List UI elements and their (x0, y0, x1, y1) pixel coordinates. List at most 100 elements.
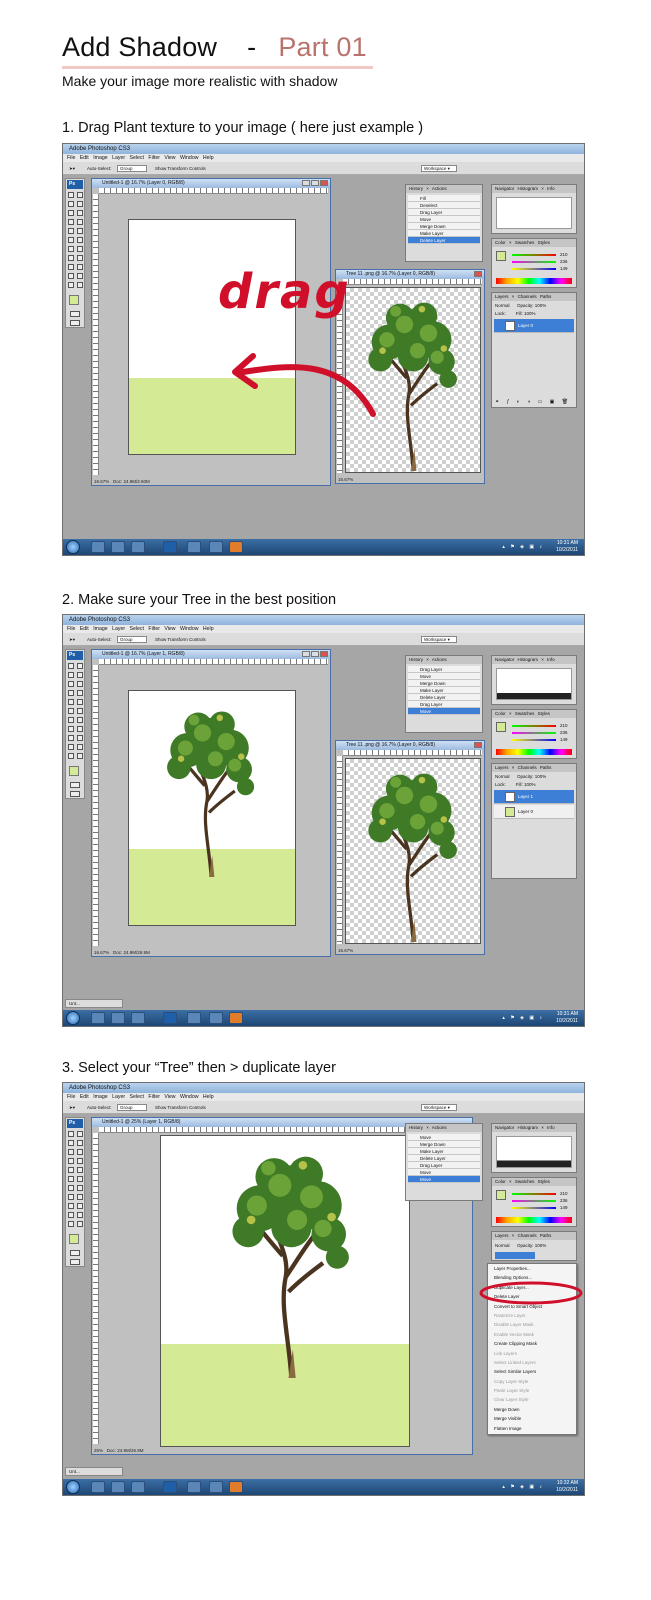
menu-item-merge-visible[interactable]: Merge Visible (488, 1414, 576, 1423)
tree-canvas[interactable] (345, 758, 481, 944)
blur-tool-icon[interactable] (68, 1185, 74, 1191)
history-item[interactable]: Make Layer (408, 1148, 480, 1155)
auto-select-dropdown[interactable]: Group (117, 165, 147, 172)
eraser-tool-icon[interactable] (68, 237, 74, 243)
menu-item-link-layers[interactable]: Link Layers (488, 1349, 576, 1358)
menu-help[interactable]: Help (203, 1094, 214, 1100)
menu-item-clear-layer-style[interactable]: Clear Layer Style (488, 1395, 576, 1404)
hand-tool-icon[interactable] (68, 1221, 74, 1227)
dodge-tool-icon[interactable] (77, 1185, 83, 1191)
menu-filter[interactable]: Filter (148, 626, 160, 632)
dodge-tool-icon[interactable] (77, 246, 83, 252)
menu-file[interactable]: File (67, 626, 75, 632)
color-swatch[interactable] (496, 1190, 506, 1200)
history-item[interactable]: Move (408, 1169, 480, 1176)
lasso-tool-icon[interactable] (68, 1140, 74, 1146)
menu-item-select-linked-layers[interactable]: Select Linked Layers (488, 1358, 576, 1367)
history-item[interactable]: Delete Layer (408, 694, 480, 701)
history-item[interactable]: Make Layer (408, 230, 480, 237)
heal-tool-icon[interactable] (68, 690, 74, 696)
maximize-icon[interactable] (311, 651, 319, 657)
tree-zoom-level[interactable]: 16.67% (338, 477, 353, 482)
app-icon[interactable] (209, 1481, 223, 1493)
screen-mode-icon[interactable] (70, 320, 80, 326)
taskbar-clock[interactable]: 10:31 AM 10/2/2011 (556, 540, 578, 554)
eyedropper-tool-icon[interactable] (77, 273, 83, 279)
ie-icon[interactable] (91, 541, 105, 553)
wand-tool-icon[interactable] (77, 1140, 83, 1146)
workspace-dropdown[interactable]: Workspace ▾ (421, 165, 457, 172)
brush-tool-icon[interactable] (77, 1158, 83, 1164)
menu-item-rasterize-layer[interactable]: Rasterize Layer (488, 1311, 576, 1320)
history-item[interactable]: Drag Layer (408, 209, 480, 216)
app-icon[interactable] (209, 541, 223, 553)
menu-image[interactable]: Image (93, 626, 107, 632)
type-tool-icon[interactable] (77, 255, 83, 261)
menu-item-flatten-image[interactable]: Flatten Image (488, 1424, 576, 1433)
type-tool-icon[interactable] (77, 726, 83, 732)
opacity-field[interactable]: Opacity: 100% (517, 303, 546, 308)
slice-tool-icon[interactable] (77, 681, 83, 687)
pen-tool-icon[interactable] (68, 726, 74, 732)
brush-tool-icon[interactable] (77, 219, 83, 225)
menu-layer[interactable]: Layer (112, 1094, 125, 1100)
layers-tabs[interactable]: Layers × Channels Paths (492, 293, 576, 301)
menu-item-layer-properties[interactable]: Layer Properties... (488, 1264, 576, 1273)
marquee-tool-icon[interactable] (68, 1131, 74, 1137)
auto-select-label[interactable]: Auto-Select: (87, 636, 112, 643)
move-tool-icon[interactable]: ➤▾ (69, 1104, 75, 1111)
media-player-icon[interactable] (131, 541, 145, 553)
menu-view[interactable]: View (164, 1094, 175, 1100)
history-tabs[interactable]: History × Actions (406, 185, 482, 193)
history-item[interactable]: Merge Down (408, 1141, 480, 1148)
notes-tool-icon[interactable] (68, 744, 74, 750)
tree-zoom-level[interactable]: 16.67% (338, 948, 353, 953)
foreground-color-swatch[interactable] (69, 1234, 79, 1244)
pen-tool-icon[interactable] (68, 255, 74, 261)
history-item[interactable]: Drag Layer (408, 701, 480, 708)
zoom-tool-icon[interactable] (77, 753, 83, 759)
transform-controls-checkbox[interactable]: Show Transform Controls (155, 165, 206, 172)
histogram-tabs[interactable]: Navigator Histogram × Info (492, 656, 576, 664)
workspace-dropdown[interactable]: Workspace ▾ (421, 636, 457, 643)
blue-slider[interactable] (512, 1207, 556, 1209)
app-icon[interactable] (187, 1481, 201, 1493)
path-select-icon[interactable] (68, 735, 74, 741)
menu-item-create-clipping-mask[interactable]: Create Clipping Mask (488, 1339, 576, 1348)
screen-mode-icon[interactable] (70, 791, 80, 797)
history-item[interactable]: Fill (408, 195, 480, 202)
menu-layer[interactable]: Layer (112, 155, 125, 161)
history-brush-icon[interactable] (77, 699, 83, 705)
close-icon[interactable] (474, 742, 482, 748)
histogram-tabs[interactable]: Navigator Histogram × Info (492, 1124, 576, 1132)
menu-item-enable-vector-mask[interactable]: Enable Vector Mask (488, 1330, 576, 1339)
layers-tabs[interactable]: Layers × Channels Paths (492, 1232, 576, 1240)
menu-window[interactable]: Window (180, 626, 198, 632)
stamp-tool-icon[interactable] (68, 228, 74, 234)
hand-tool-icon[interactable] (68, 753, 74, 759)
history-item[interactable]: Move (408, 216, 480, 223)
ie-icon[interactable] (91, 1012, 105, 1024)
quick-mask-icon[interactable] (70, 311, 80, 317)
start-button[interactable] (66, 540, 80, 554)
tree-image[interactable] (201, 1148, 376, 1378)
ie-icon[interactable] (91, 1481, 105, 1493)
eyedropper-tool-icon[interactable] (77, 1212, 83, 1218)
minimize-icon[interactable] (302, 651, 310, 657)
menu-image[interactable]: Image (93, 155, 107, 161)
history-item[interactable]: Deselect (408, 202, 480, 209)
minimized-document[interactable]: Unt... (65, 999, 123, 1008)
blur-tool-icon[interactable] (68, 246, 74, 252)
marquee-tool-icon[interactable] (68, 663, 74, 669)
wand-tool-icon[interactable] (77, 201, 83, 207)
histogram-tabs[interactable]: Navigator Histogram × Info (492, 185, 576, 193)
zoom-tool-icon[interactable] (77, 1221, 83, 1227)
gradient-tool-icon[interactable] (77, 1176, 83, 1182)
marquee-tool-icon[interactable] (68, 192, 74, 198)
green-slider[interactable] (512, 732, 556, 734)
color-tabs[interactable]: Color × Swatches Styles (492, 1178, 576, 1186)
menu-item-merge-down[interactable]: Merge Down (488, 1405, 576, 1414)
maximize-icon[interactable] (311, 180, 319, 186)
gradient-tool-icon[interactable] (77, 708, 83, 714)
tree-image[interactable] (149, 705, 269, 877)
